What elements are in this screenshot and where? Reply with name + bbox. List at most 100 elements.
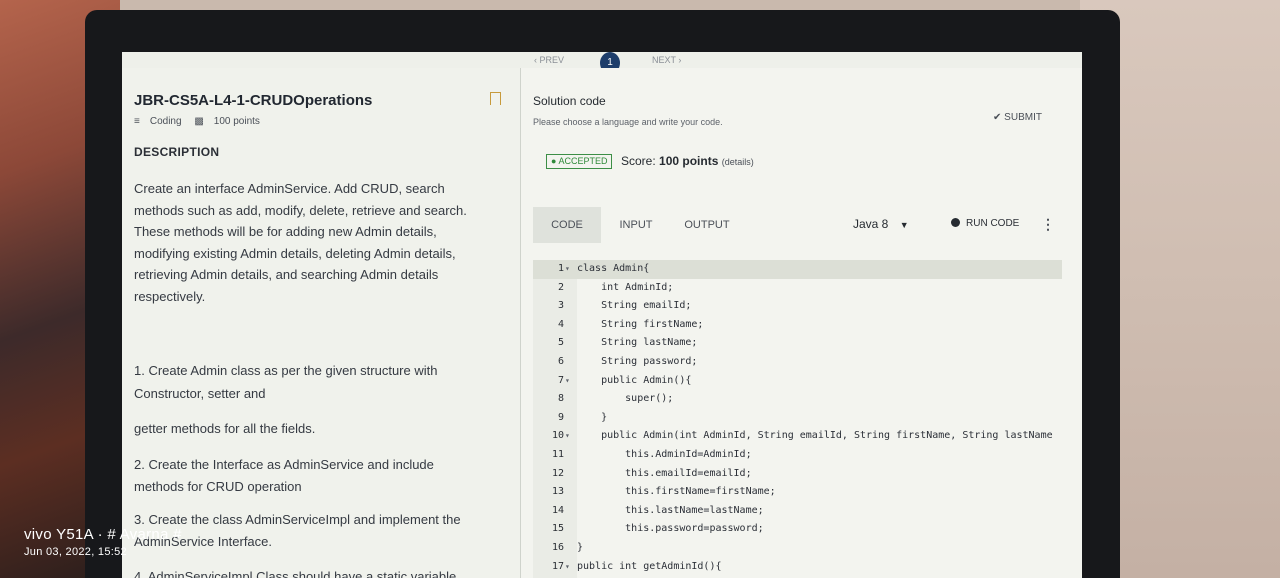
code-text: String firstName; bbox=[577, 318, 704, 330]
description-panel: JBR-CS5A-L4-1-CRUDOperations ≡ Coding ▩ 10… bbox=[122, 68, 520, 578]
fold-arrow-icon[interactable]: ▾ bbox=[565, 260, 570, 279]
code-line[interactable]: 5 String lastName; bbox=[533, 334, 1062, 353]
fold-arrow-icon[interactable]: ▾ bbox=[565, 558, 570, 577]
code-line[interactable]: 16} bbox=[533, 539, 1062, 558]
play-icon bbox=[951, 218, 960, 227]
fold-arrow-icon[interactable]: ▾ bbox=[565, 372, 570, 391]
code-text: String password; bbox=[577, 356, 698, 367]
line-number: 3 bbox=[557, 300, 564, 312]
code-line[interactable]: 9 } bbox=[533, 409, 1062, 428]
list-icon: ≡ bbox=[134, 116, 140, 127]
requirement-2: 2. Create the Interface as AdminService … bbox=[134, 457, 434, 494]
line-number: 17 bbox=[551, 560, 564, 572]
problem-meta: ≡ Coding ▩ 100 points bbox=[134, 116, 270, 127]
code-text: public int getAdminId(){ bbox=[577, 560, 722, 572]
code-line[interactable]: 8 super(); bbox=[533, 390, 1062, 409]
line-number: 2 bbox=[557, 281, 564, 293]
run-label: RUN CODE bbox=[966, 218, 1020, 229]
solution-panel: Solution code Please choose a language a… bbox=[521, 68, 1082, 578]
code-line[interactable]: 11 this.AdminId=AdminId; bbox=[533, 446, 1062, 465]
line-number: 1 bbox=[557, 263, 564, 274]
score: Score: 100 points (details) bbox=[621, 154, 754, 168]
requirement-4: 4. AdminServiceImpl Class should have a … bbox=[134, 569, 457, 578]
code-line[interactable]: 7 ▾ public Admin(){ bbox=[533, 372, 1062, 391]
line-number: 13 bbox=[551, 486, 564, 498]
line-number: 9 bbox=[557, 411, 564, 423]
editor-tabs: CODE INPUT OUTPUT Java 8 ▼ RUN CODE ⋮ bbox=[533, 207, 1062, 243]
problem-points: 100 points bbox=[213, 116, 260, 127]
laptop-screen: ‹ PREV 1 NEXT › JBR-CS5A-L4-1-CRUDOperat… bbox=[122, 52, 1082, 578]
code-line[interactable]: 15 this.password=password; bbox=[533, 520, 1062, 539]
more-options-icon[interactable]: ⋮ bbox=[1041, 216, 1055, 233]
code-line[interactable]: 12 this.emailId=emailId; bbox=[533, 465, 1062, 484]
solution-title: Solution code bbox=[533, 94, 606, 108]
code-text: this.lastName=lastName; bbox=[577, 504, 764, 516]
code-text: this.password=password; bbox=[577, 523, 764, 535]
code-text: public Admin(){ bbox=[577, 374, 692, 386]
status-label: ACCEPTED bbox=[558, 156, 608, 166]
status-badge: ● ACCEPTED bbox=[546, 154, 613, 169]
line-number: 10 bbox=[551, 430, 564, 442]
watermark-date: Jun 03, 2022, 15:52 bbox=[24, 546, 127, 558]
code-editor[interactable]: 1 ▾ class Admin{2 int AdminId; 3 String ema… bbox=[533, 260, 1062, 578]
line-number: 15 bbox=[551, 523, 564, 535]
language-value: Java 8 bbox=[853, 217, 889, 231]
solution-subtitle: Please choose a language and write your … bbox=[533, 117, 723, 127]
line-number: 7 bbox=[557, 374, 564, 386]
tab-input[interactable]: INPUT bbox=[609, 207, 663, 243]
check-icon: ✔ bbox=[993, 112, 1005, 123]
score-value: 100 points bbox=[659, 154, 719, 168]
code-text: this.firstName=firstName; bbox=[577, 486, 776, 498]
code-line[interactable]: 2 int AdminId; bbox=[533, 279, 1062, 298]
code-text: public Admin(int AdminId, String emailId… bbox=[577, 430, 1053, 442]
problem-type: Coding bbox=[149, 116, 182, 127]
description-paragraph: Create an interface AdminService. Add CR… bbox=[134, 181, 467, 304]
description-heading: DESCRIPTION bbox=[134, 145, 220, 159]
line-number: 14 bbox=[551, 504, 564, 516]
code-line[interactable]: 6 String password; bbox=[533, 353, 1062, 372]
score-details-link[interactable]: (details) bbox=[722, 157, 754, 167]
line-number: 5 bbox=[557, 337, 564, 349]
language-select[interactable]: Java 8 ▼ bbox=[853, 217, 909, 231]
submit-button[interactable]: ✔ SUBMIT bbox=[993, 112, 1042, 123]
requirement-3: 3. Create the class AdminServiceImpl and… bbox=[134, 512, 461, 549]
code-text: String lastName; bbox=[577, 337, 698, 349]
problem-navigation: ‹ PREV 1 NEXT › bbox=[122, 52, 1082, 74]
code-text: int AdminId; bbox=[577, 281, 674, 293]
code-line[interactable]: 13 this.firstName=firstName; bbox=[533, 483, 1062, 502]
tab-code[interactable]: CODE bbox=[533, 207, 601, 243]
requirement-1-tail: getter methods for all the fields. bbox=[134, 421, 316, 436]
code-text: class Admin{ bbox=[577, 263, 650, 274]
code-line[interactable]: 1 ▾ class Admin{ bbox=[533, 260, 1062, 279]
requirement-1: 1. Create Admin class as per the given s… bbox=[134, 363, 438, 378]
line-number: 16 bbox=[551, 542, 564, 553]
run-code-button[interactable]: RUN CODE bbox=[951, 218, 1019, 229]
code-text: } bbox=[577, 542, 584, 553]
code-line[interactable]: 3 String emailId; bbox=[533, 297, 1062, 316]
code-text: String emailId; bbox=[577, 300, 692, 312]
code-text: } bbox=[577, 411, 608, 423]
submit-label: SUBMIT bbox=[1004, 112, 1042, 123]
code-text: super(); bbox=[577, 393, 674, 405]
code-line[interactable]: 17 ▾ public int getAdminId(){ bbox=[533, 558, 1062, 577]
next-button[interactable]: NEXT › bbox=[652, 55, 681, 65]
tab-output[interactable]: OUTPUT bbox=[675, 207, 739, 243]
line-number: 8 bbox=[557, 393, 564, 405]
bookmark-icon[interactable] bbox=[490, 92, 501, 109]
caret-down-icon: ▼ bbox=[899, 220, 909, 230]
camera-watermark: vivo Y51A · # Avarna # Jun 03, 2022, 15:… bbox=[24, 526, 182, 558]
prev-button[interactable]: ‹ PREV bbox=[534, 55, 564, 65]
line-number: 6 bbox=[557, 356, 564, 367]
line-number: 12 bbox=[551, 467, 564, 479]
score-label: Score: bbox=[621, 154, 656, 168]
code-text: this.AdminId=AdminId; bbox=[577, 449, 752, 460]
code-text: this.emailId=emailId; bbox=[577, 467, 752, 479]
fold-arrow-icon[interactable]: ▾ bbox=[565, 427, 570, 446]
line-number: 11 bbox=[551, 449, 564, 460]
code-line[interactable]: 4 String firstName; bbox=[533, 316, 1062, 335]
problem-title: JBR-CS5A-L4-1-CRUDOperations bbox=[134, 92, 373, 109]
code-line[interactable]: 10 ▾ public Admin(int AdminId, String ema… bbox=[533, 427, 1062, 446]
line-number: 4 bbox=[557, 318, 564, 330]
code-line[interactable]: 14 this.lastName=lastName; bbox=[533, 502, 1062, 521]
points-icon: ▩ bbox=[194, 116, 204, 127]
